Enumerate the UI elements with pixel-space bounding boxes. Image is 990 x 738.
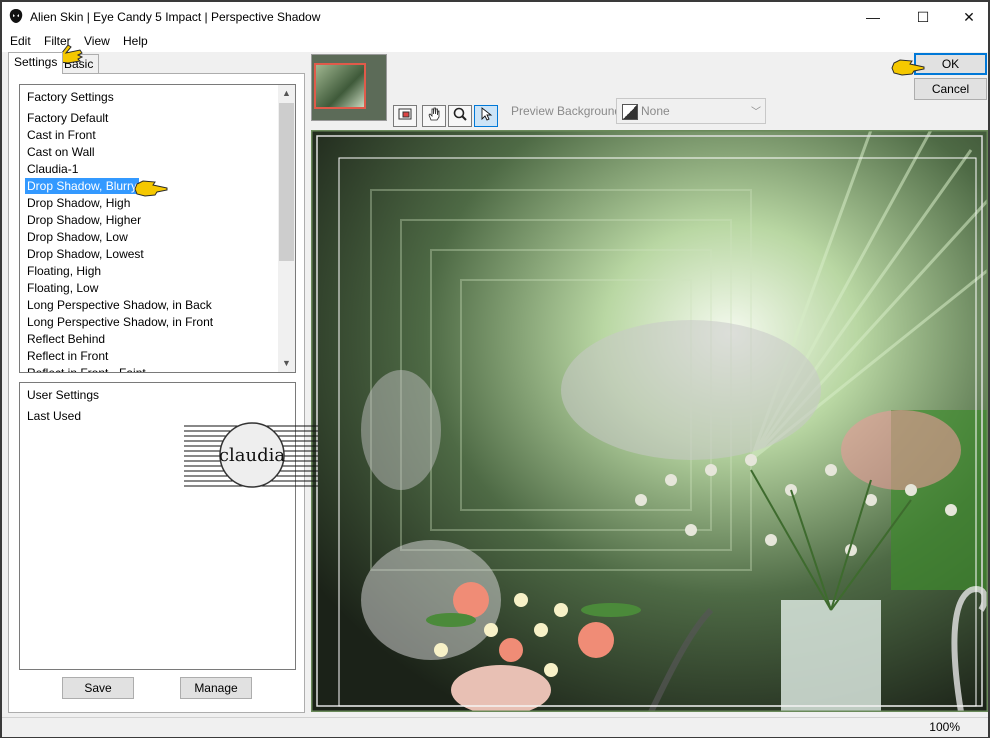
list-item[interactable]: Drop Shadow, High — [25, 195, 132, 211]
pointer-icon[interactable] — [474, 105, 498, 127]
scroll-up-icon[interactable]: ▲ — [278, 85, 295, 102]
menu-edit[interactable]: Edit — [10, 34, 31, 48]
manage-button[interactable]: Manage — [180, 677, 252, 699]
save-button[interactable]: Save — [62, 677, 134, 699]
list-item-selected[interactable]: Drop Shadow, Blurry — [25, 178, 140, 194]
factory-settings-list[interactable]: Factory Settings Factory Default Cast in… — [19, 84, 296, 373]
scrollbar-thumb[interactable] — [279, 103, 294, 261]
tab-settings[interactable]: Settings — [8, 52, 64, 74]
list-item[interactable]: Last Used — [25, 408, 83, 424]
chevron-down-icon: ﹀ — [751, 107, 761, 118]
menu-help[interactable]: Help — [123, 34, 148, 48]
background-swatch-icon — [622, 104, 638, 120]
menu-bar: Edit Filter View Help — [2, 32, 988, 52]
list-item[interactable]: Long Perspective Shadow, in Back — [25, 297, 214, 313]
list-item[interactable]: Drop Shadow, Lowest — [25, 246, 146, 262]
status-bar: 100% — [2, 717, 988, 737]
cancel-button[interactable]: Cancel — [914, 78, 987, 100]
list-item[interactable]: Drop Shadow, Higher — [25, 212, 143, 228]
list-item[interactable]: Claudia-1 — [25, 161, 80, 177]
list-item[interactable]: Reflect Behind — [25, 331, 107, 347]
list-item[interactable]: Drop Shadow, Low — [25, 229, 130, 245]
list-item[interactable]: Cast in Front — [25, 127, 98, 143]
hand-icon[interactable] — [422, 105, 446, 127]
zoom-icon[interactable] — [448, 105, 472, 127]
scroll-down-icon[interactable]: ▼ — [278, 355, 295, 372]
factory-list-scrollbar[interactable]: ▲ ▼ — [278, 85, 295, 372]
pointing-hand-icon — [891, 59, 925, 76]
maximize-button[interactable]: ☐ — [900, 2, 946, 32]
list-item[interactable]: Floating, Low — [25, 280, 100, 296]
title-bar[interactable]: Alien Skin | Eye Candy 5 Impact | Perspe… — [2, 2, 988, 32]
plugin-window: Alien Skin | Eye Candy 5 Impact | Perspe… — [0, 0, 990, 738]
navigator-viewport[interactable] — [314, 63, 366, 109]
navigator-icon[interactable] — [393, 105, 417, 127]
preview-background-value: None — [641, 104, 670, 118]
window-title: Alien Skin | Eye Candy 5 Impact | Perspe… — [30, 10, 321, 24]
user-settings-header: User Settings — [27, 388, 100, 402]
watermark-text: claudia — [219, 445, 285, 466]
minimize-button[interactable]: — — [850, 2, 896, 32]
list-item[interactable]: Reflect in Front — [25, 348, 110, 364]
settings-panel: Factory Settings Factory Default Cast in… — [8, 73, 305, 713]
list-item[interactable]: Long Perspective Shadow, in Front — [25, 314, 215, 330]
list-item[interactable]: Floating, High — [25, 263, 103, 279]
close-button[interactable]: ✕ — [946, 2, 990, 32]
pointing-hand-icon — [134, 180, 168, 197]
preview-background-select[interactable]: None ﹀ — [616, 98, 766, 124]
preview-background-label: Preview Background: — [511, 104, 625, 118]
list-item[interactable]: Cast on Wall — [25, 144, 97, 160]
preview-image[interactable] — [311, 130, 988, 712]
list-item[interactable]: Factory Default — [25, 110, 110, 126]
factory-settings-header: Factory Settings — [27, 90, 114, 104]
zoom-level: 100% — [929, 720, 960, 734]
claudia-watermark: claudia — [184, 422, 318, 488]
alien-skin-icon — [9, 9, 23, 23]
list-item[interactable]: Reflect in Front - Faint — [25, 365, 148, 372]
navigator-thumbnail[interactable] — [311, 54, 387, 121]
